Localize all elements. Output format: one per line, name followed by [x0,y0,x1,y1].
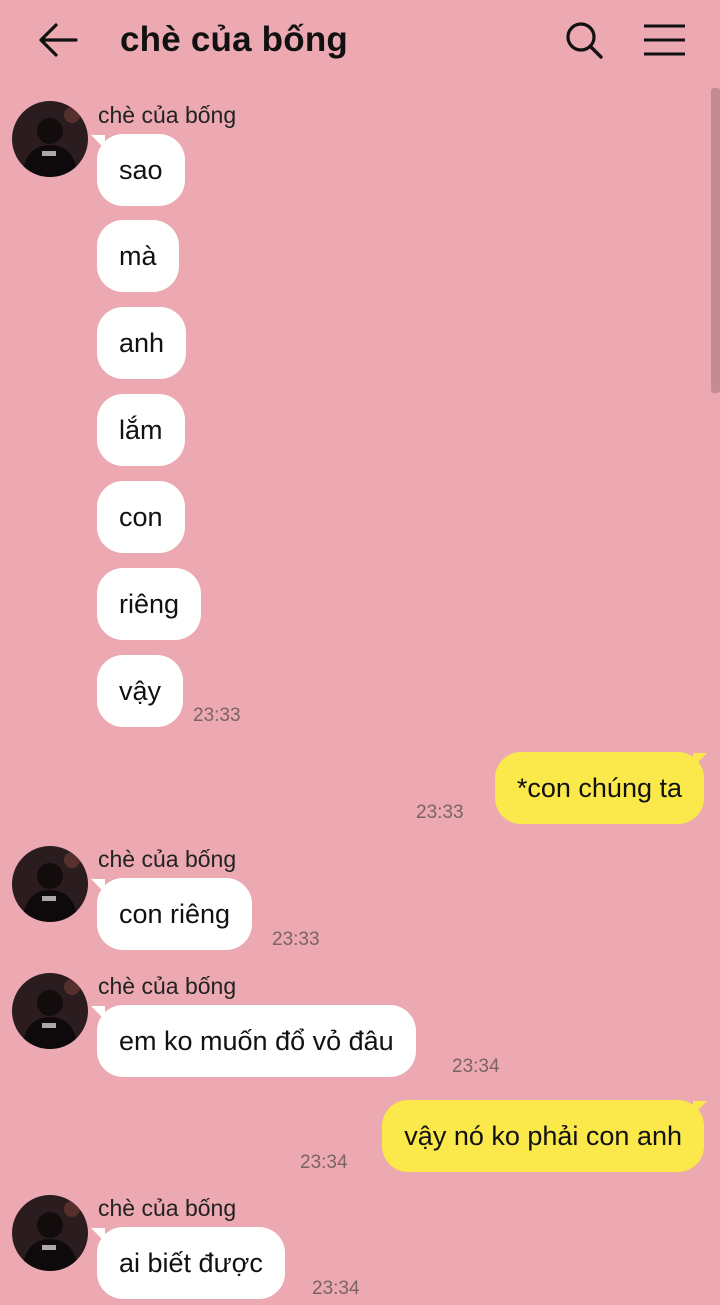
bubble-tail [693,753,707,767]
avatar[interactable] [12,1195,88,1271]
menu-button[interactable] [642,22,688,58]
message-bubble-incoming[interactable]: em ko muốn đổ vỏ đâu [97,1005,416,1077]
message-bubble-incoming[interactable]: anh [97,307,187,379]
message-timestamp: 23:34 [300,1152,348,1173]
message-bubble-incoming[interactable]: ai biết được [97,1227,285,1299]
message-bubble-incoming[interactable]: riêng [97,568,202,640]
avatar[interactable] [12,846,88,922]
avatar[interactable] [12,101,88,177]
message-timestamp: 23:33 [193,705,241,726]
arrow-left-icon [39,23,78,57]
sender-name: chè của bống [98,846,237,872]
hamburger-menu-icon [644,24,685,56]
message-bubble-incoming[interactable]: con [97,481,185,553]
back-button[interactable] [36,20,80,60]
profile-photo-icon [12,846,88,922]
message-timestamp: 23:34 [312,1278,360,1299]
bubble-tail [693,1101,707,1115]
message-bubble-incoming[interactable]: vậy [97,655,184,727]
message-bubble-incoming[interactable]: sao [97,134,185,206]
profile-photo-icon [12,973,88,1049]
sender-name: chè của bống [98,1195,237,1221]
profile-photo-icon [12,1195,88,1271]
message-bubble-incoming[interactable]: mà [97,220,179,292]
avatar[interactable] [12,973,88,1049]
message-timestamp: 23:33 [272,929,320,950]
profile-photo-icon [12,101,88,177]
search-button[interactable] [562,18,608,64]
message-bubble-incoming[interactable]: lắm [97,394,185,466]
message-timestamp: 23:34 [452,1056,500,1077]
search-icon [566,22,603,59]
sender-name: chè của bống [98,102,237,128]
message-bubble-outgoing[interactable]: vậy nó ko phải con anh [382,1100,704,1172]
sender-name: chè của bống [98,973,237,999]
message-bubble-outgoing[interactable]: *con chúng ta [494,752,704,824]
message-timestamp: 23:33 [416,802,464,823]
chat-scrollbar[interactable] [711,88,720,393]
chat-title: chè của bống [120,20,348,59]
chat-header: chè của bống [0,0,720,84]
message-bubble-incoming[interactable]: con riêng [97,878,253,950]
